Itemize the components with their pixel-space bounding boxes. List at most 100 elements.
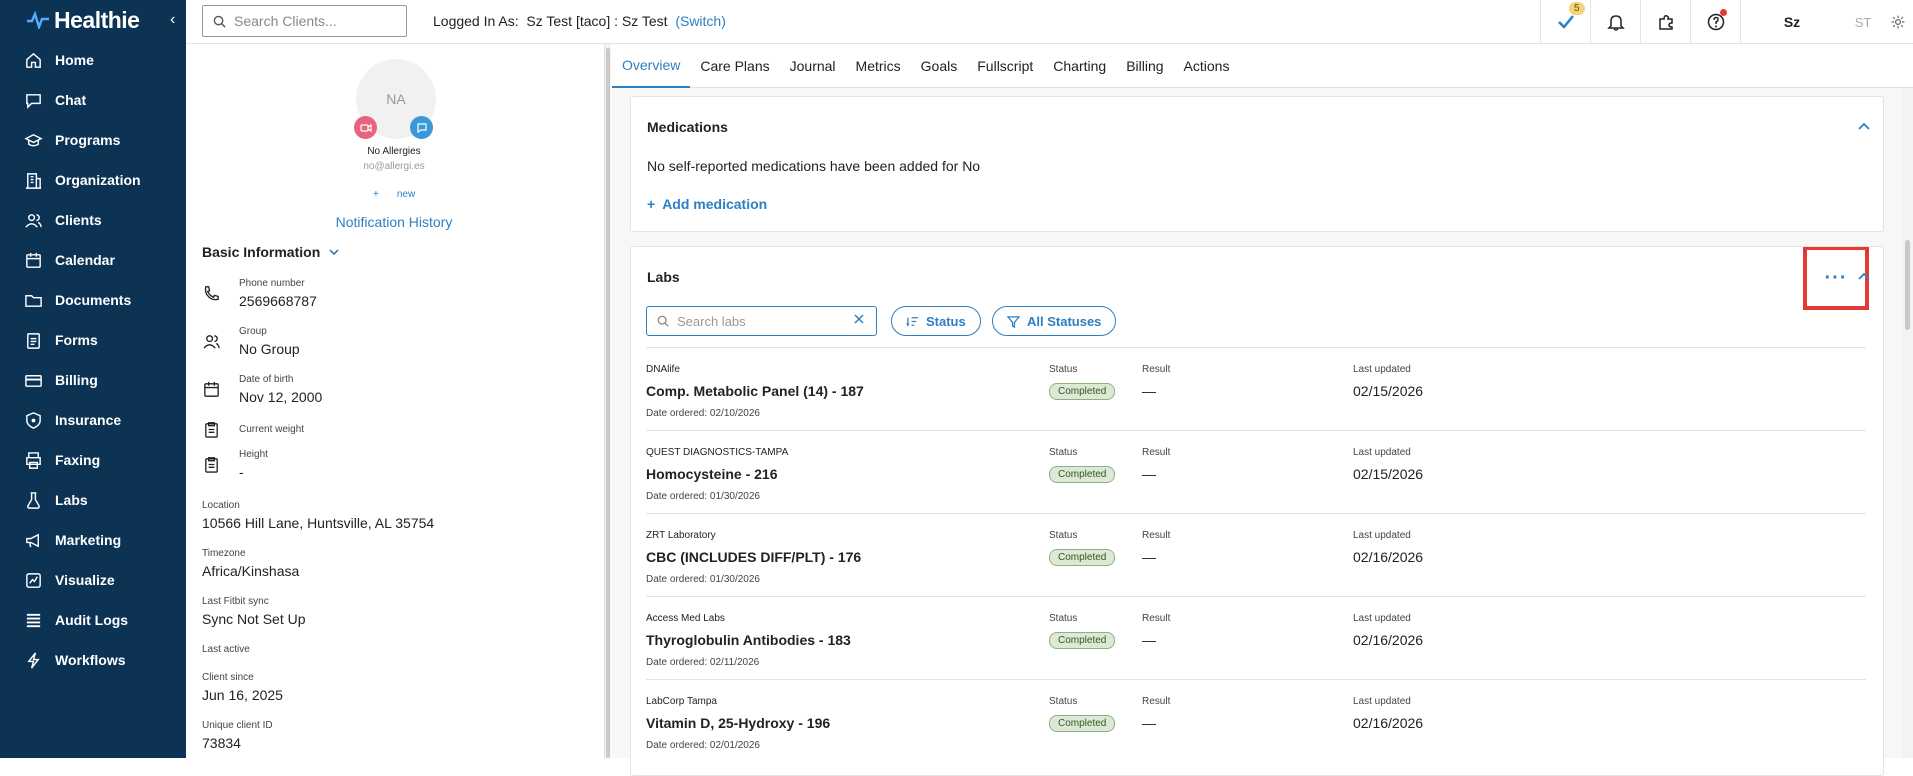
sidebar-item-label: Audit Logs: [55, 612, 129, 628]
labs-search-input[interactable]: Search labs: [646, 306, 877, 336]
basic-information-toggle[interactable]: Basic Information: [202, 244, 340, 260]
lab-status-label: Status: [1049, 613, 1078, 624]
tab-care-plans[interactable]: Care Plans: [690, 44, 779, 88]
lab-row[interactable]: LabCorp Tampa Vitamin D, 25-Hydroxy - 19…: [646, 679, 1866, 762]
last-active-label: Last active: [202, 644, 250, 655]
clients-icon: [25, 213, 42, 228]
lab-row[interactable]: ZRT Laboratory CBC (INCLUDES DIFF/PLT) -…: [646, 513, 1866, 596]
clear-search-icon[interactable]: [852, 312, 866, 326]
main-scrollbar-thumb[interactable]: [1905, 240, 1910, 330]
tab-fullscript[interactable]: Fullscript: [967, 44, 1043, 88]
collapse-sidebar-icon[interactable]: ‹: [170, 11, 175, 29]
location-field: Location 10566 Hill Lane, Huntsville, AL …: [202, 500, 434, 531]
sidebar-item-marketing[interactable]: Marketing: [0, 520, 186, 560]
client-search-input[interactable]: Search Clients...: [202, 5, 407, 37]
chat-icon: [26, 93, 41, 109]
chat-client-button[interactable]: [410, 116, 433, 139]
lab-name[interactable]: Comp. Metabolic Panel (14) - 187: [646, 383, 864, 399]
lab-name[interactable]: Homocysteine - 216: [646, 466, 778, 482]
sidebar-item-clients[interactable]: Clients: [0, 200, 186, 240]
sidebar-item-documents[interactable]: Documents: [0, 280, 186, 320]
lab-updated-label: Last updated: [1353, 696, 1411, 707]
visualize-icon: [26, 572, 41, 588]
sidebar-item-home[interactable]: Home: [0, 40, 186, 80]
lab-updated-label: Last updated: [1353, 447, 1411, 458]
settings-button[interactable]: [1883, 0, 1913, 44]
client-since-value: Jun 16, 2025: [202, 687, 283, 703]
chevron-up-icon[interactable]: [1857, 119, 1871, 133]
audit-logs-icon: [26, 613, 41, 627]
tab-billing[interactable]: Billing: [1116, 44, 1173, 88]
healthie-logo[interactable]: Healthie: [26, 7, 140, 33]
sidebar-item-insurance[interactable]: Insurance: [0, 400, 186, 440]
user-menu[interactable]: Sz: [1740, 0, 1843, 44]
client-email: no@allergi.es: [363, 161, 425, 172]
client-since-label: Client since: [202, 672, 254, 683]
lab-row[interactable]: Access Med Labs Thyroglobulin Antibodies…: [646, 596, 1866, 679]
sidebar-item-organization[interactable]: Organization: [0, 160, 186, 200]
lab-provider: LabCorp Tampa: [646, 696, 717, 707]
lab-name[interactable]: Thyroglobulin Antibodies - 183: [646, 632, 851, 648]
phone-row: Phone number 2569668787: [202, 278, 317, 309]
fitbit-field: Last Fitbit sync Sync Not Set Up: [202, 596, 306, 627]
status-badge: Completed: [1049, 632, 1116, 649]
top-icons: 5 Sz ST: [1540, 0, 1913, 44]
tasks-button[interactable]: 5: [1540, 0, 1590, 44]
sidebar-item-programs[interactable]: Programs: [0, 120, 186, 160]
tab-journal[interactable]: Journal: [780, 44, 846, 88]
sidebar-item-forms[interactable]: Forms: [0, 320, 186, 360]
secondary-user-initials[interactable]: ST: [1843, 0, 1883, 44]
sidebar-item-faxing[interactable]: Faxing: [0, 440, 186, 480]
integrations-button[interactable]: [1640, 0, 1690, 44]
main-scrollbar[interactable]: [1902, 88, 1913, 758]
tab-actions[interactable]: Actions: [1174, 44, 1240, 88]
sidebar-item-calendar[interactable]: Calendar: [0, 240, 186, 280]
lab-status-label: Status: [1049, 447, 1078, 458]
tab-charting[interactable]: Charting: [1043, 44, 1116, 88]
tab-overview[interactable]: Overview: [612, 44, 691, 88]
lab-row[interactable]: QUEST DIAGNOSTICS-TAMPA Homocysteine - 2…: [646, 430, 1866, 513]
notification-history-link[interactable]: Notification History: [186, 214, 602, 230]
sidebar-item-audit-logs[interactable]: Audit Logs: [0, 600, 186, 640]
gear-icon: [1891, 15, 1905, 29]
all-statuses-filter-button[interactable]: All Statuses: [992, 306, 1117, 336]
help-button[interactable]: [1690, 0, 1740, 44]
panel-scrollbar[interactable]: [604, 44, 611, 758]
video-call-button[interactable]: [354, 116, 377, 139]
chevron-up-icon[interactable]: [1857, 269, 1871, 283]
notifications-button[interactable]: [1590, 0, 1640, 44]
lab-updated-value: 02/16/2026: [1353, 549, 1424, 565]
timezone-field: Timezone Africa/Kinshasa: [202, 548, 299, 579]
video-camera-icon: [359, 123, 372, 132]
new-tag-button[interactable]: + new: [373, 189, 415, 200]
lab-name[interactable]: CBC (INCLUDES DIFF/PLT) - 176: [646, 549, 861, 565]
sidebar-item-billing[interactable]: Billing: [0, 360, 186, 400]
group-value: No Group: [239, 341, 300, 357]
fitbit-value: Sync Not Set Up: [202, 611, 306, 627]
status-filter-button[interactable]: Status: [891, 306, 981, 336]
switch-user-link[interactable]: (Switch): [675, 13, 726, 29]
lab-status-label: Status: [1049, 364, 1078, 375]
sidebar-item-workflows[interactable]: Workflows: [0, 640, 186, 680]
tasks-count-badge: 5: [1569, 2, 1585, 15]
sidebar-item-labs[interactable]: Labs: [0, 480, 186, 520]
panel-scrollbar-thumb[interactable]: [606, 48, 610, 758]
last-active-field: Last active: [202, 644, 250, 655]
sidebar-item-chat[interactable]: Chat: [0, 80, 186, 120]
topbar: Search Clients... Logged In As: Sz Test …: [186, 0, 1913, 44]
lab-name[interactable]: Vitamin D, 25-Hydroxy - 196: [646, 715, 830, 731]
location-label: Location: [202, 500, 240, 511]
tab-metrics[interactable]: Metrics: [846, 44, 911, 88]
lab-row[interactable]: DNAlife Comp. Metabolic Panel (14) - 187…: [646, 347, 1866, 430]
height-row: Height -: [202, 449, 268, 480]
tab-goals[interactable]: Goals: [911, 44, 968, 88]
logged-in-as: Logged In As: Sz Test [taco] : Sz Test (…: [433, 13, 726, 29]
documents-icon: [25, 294, 42, 307]
lab-updated-label: Last updated: [1353, 364, 1411, 375]
clipboard-icon: [205, 422, 218, 438]
lab-status-label: Status: [1049, 696, 1078, 707]
lab-date-ordered: Date ordered: 02/10/2026: [646, 408, 760, 419]
sidebar-item-visualize[interactable]: Visualize: [0, 560, 186, 600]
sidebar-item-label: Calendar: [55, 252, 115, 268]
add-medication-button[interactable]: + Add medication: [647, 196, 767, 212]
